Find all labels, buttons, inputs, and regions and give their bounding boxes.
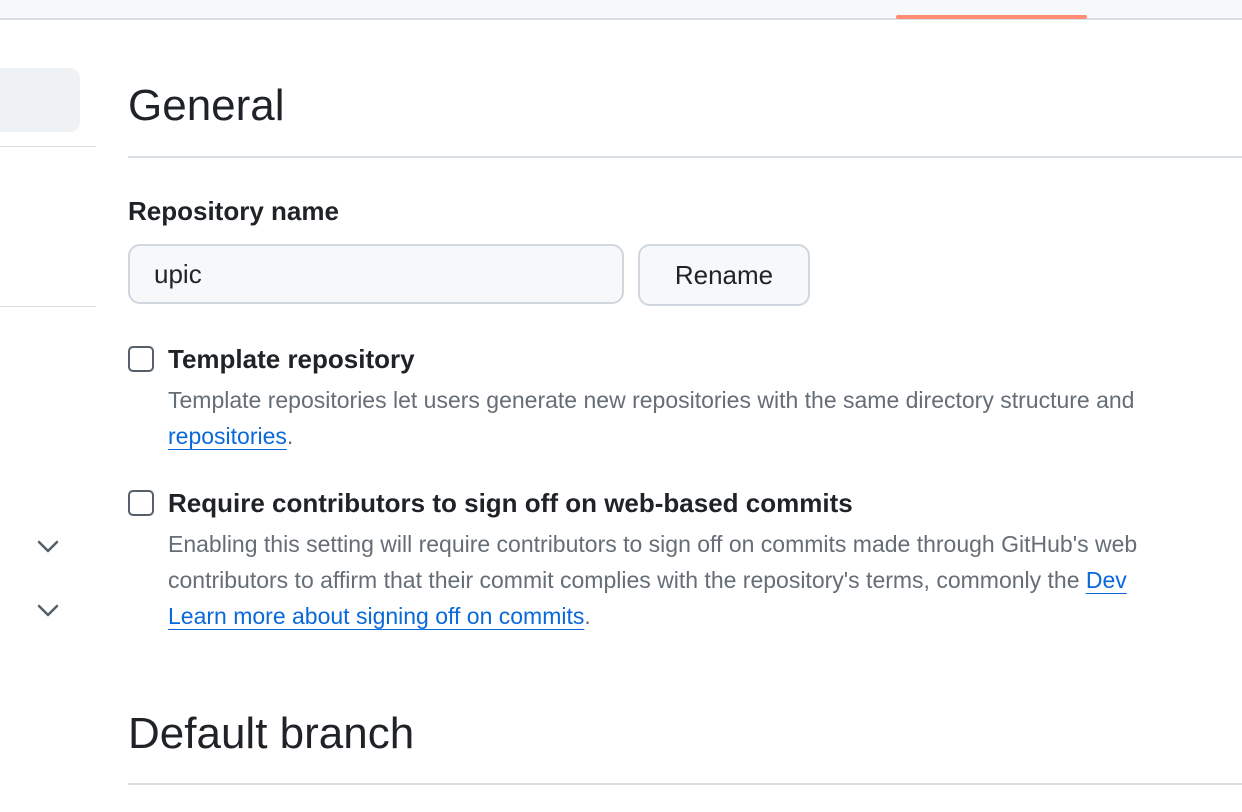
template-repository-description: Template repositories let users generate… [168,382,1242,454]
period: . [584,603,591,629]
section-divider [128,156,1242,158]
section-divider [128,783,1242,785]
template-desc-line: Template repositories let users generate… [168,387,1135,413]
signoff-desc-line: contributors to affirm that their commit… [168,567,1086,593]
chevron-down-icon[interactable] [36,599,60,623]
repository-name-input[interactable] [128,244,624,304]
dco-link[interactable]: Dev [1086,567,1127,593]
default-branch-heading: Default branch [128,709,415,758]
signoff-desc-line: Enabling this setting will require contr… [168,531,1138,557]
template-repositories-link[interactable]: repositories [168,423,287,449]
rename-button[interactable]: Rename [638,244,810,306]
page-title: General [128,81,285,130]
repository-name-label: Repository name [128,196,339,226]
period: . [286,423,294,449]
template-repository-title: Template repository [168,344,415,374]
sidebar-item-general[interactable] [0,68,80,132]
sidebar-divider [0,306,96,307]
active-tab-underline [896,15,1087,19]
signoff-title: Require contributors to sign off on web-… [168,488,853,518]
signoff-description: Enabling this setting will require contr… [168,526,1242,634]
chevron-down-icon[interactable] [36,535,60,559]
sidebar-divider [0,146,96,147]
signoff-checkbox[interactable] [128,490,154,516]
template-repository-checkbox[interactable] [128,346,154,372]
learn-more-signoff-link[interactable]: Learn more about signing off on commits [168,603,584,629]
